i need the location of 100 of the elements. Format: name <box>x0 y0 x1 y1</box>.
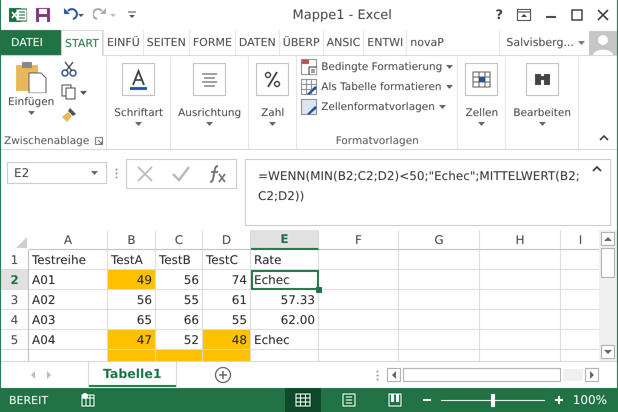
caret-icon <box>28 111 35 115</box>
scroll-up-icon <box>601 232 615 246</box>
ribbon-button[interactable]: Zellen <box>462 59 502 133</box>
ribbon-display-icon[interactable] <box>517 9 531 21</box>
group-label: Formatvorlagen <box>336 135 419 147</box>
column-header[interactable]: E <box>251 230 319 250</box>
ribbon-tab[interactable]: FORME <box>188 30 235 55</box>
help-button[interactable]: ? <box>495 8 503 22</box>
function-icon[interactable] <box>208 164 228 184</box>
ribbon-button[interactable]: Schriftart <box>111 59 166 133</box>
scroll-right-icon <box>585 368 599 382</box>
ribbon-tab[interactable]: DATEN <box>234 30 279 55</box>
row-header[interactable]: 3 <box>1 290 29 310</box>
save-icon[interactable] <box>35 7 51 23</box>
page-layout-icon <box>342 393 356 407</box>
formula-field[interactable]: =WENN(MIN(B2;C2;D2)<50;"Echec";MITTELWERT(B2;C2;D2)) <box>245 159 611 226</box>
zoom-out-icon[interactable] <box>422 396 431 404</box>
conditional-format-icon <box>301 59 318 75</box>
caret-icon[interactable] <box>578 40 585 44</box>
row-header[interactable]: 2 <box>1 270 29 290</box>
column-header[interactable]: C <box>156 230 203 250</box>
user-name[interactable]: Salvisberg... <box>506 36 574 49</box>
name-box[interactable]: E2 <box>7 162 107 184</box>
vertical-scrollbar[interactable] <box>599 230 617 361</box>
percent-icon <box>256 63 290 96</box>
page-break-icon <box>388 393 402 407</box>
align-lines-icon <box>193 63 226 96</box>
add-sheet-icon[interactable] <box>214 366 232 384</box>
table-cell: 56 <box>156 270 203 290</box>
zoom-percent[interactable]: 100% <box>572 393 617 407</box>
customize-icon[interactable] <box>127 9 137 21</box>
paintbrush-icon[interactable] <box>61 107 78 123</box>
table-cell: Echec <box>251 330 319 350</box>
caret-icon <box>446 85 453 89</box>
row-header[interactable]: 4 <box>1 310 29 330</box>
fill-handle-icon[interactable] <box>316 287 322 293</box>
table-cell: TestC <box>203 250 251 270</box>
ribbon-tab[interactable]: EINFÜ <box>102 30 143 55</box>
ribbon-tab[interactable]: ANSIC <box>322 30 364 55</box>
scissors-icon[interactable] <box>61 61 78 77</box>
table-cell: A02 <box>29 290 108 310</box>
caret-icon <box>206 122 214 126</box>
close-icon[interactable] <box>597 9 609 21</box>
dropdown-icon <box>91 171 98 175</box>
normal-view-button[interactable] <box>284 388 321 412</box>
table-cell: 48 <box>203 330 251 350</box>
caret-icon <box>269 122 276 126</box>
table-cell: Echec <box>251 270 319 290</box>
ribbon-tab[interactable]: novaP <box>406 30 447 55</box>
table-cell: 49 <box>108 270 156 290</box>
dialog-launcher-icon[interactable] <box>95 137 104 145</box>
ribbon-tab[interactable]: ÜBERP <box>278 30 323 55</box>
ribbon-button[interactable]: Ausrichtung <box>175 59 244 133</box>
column-header[interactable]: G <box>399 230 480 250</box>
grid-icon <box>294 393 311 407</box>
table-cell: 57.33 <box>251 290 319 310</box>
ribbon-tab[interactable]: SEITEN <box>142 30 189 55</box>
collapse-ribbon-icon[interactable] <box>599 135 609 141</box>
scroll-down-icon <box>601 345 615 359</box>
caret-icon <box>446 65 454 69</box>
table-cell: 74 <box>203 270 251 290</box>
grip-icon <box>115 168 118 179</box>
ribbon-menu-button[interactable]: Zellenformatvorlagen <box>301 99 454 115</box>
ribbon-button[interactable]: Zahl <box>253 59 292 133</box>
file-tab[interactable]: DATEI <box>1 30 61 55</box>
clipboard-icon <box>14 61 48 93</box>
table-cell: Testreihe <box>29 250 108 270</box>
table-format-icon <box>301 79 318 95</box>
ribbon-tab[interactable]: START <box>61 30 103 56</box>
ribbon-tab[interactable]: ENTWI <box>363 30 406 55</box>
table-cell: 55 <box>156 290 203 310</box>
copy-icon[interactable] <box>61 84 88 100</box>
maximize-icon[interactable] <box>571 9 583 21</box>
table-cell: 47 <box>108 330 156 350</box>
collapse-icon[interactable] <box>592 166 602 172</box>
column-header[interactable]: F <box>319 230 399 250</box>
ribbon-menu-button[interactable]: Als Tabelle formatieren <box>301 79 454 95</box>
table-grid-icon <box>465 63 498 96</box>
table-cell: TestB <box>156 250 203 270</box>
ribbon-menu-button[interactable]: Bedingte Formatierung <box>301 59 454 75</box>
scroll-thumb[interactable] <box>601 248 615 278</box>
horizontal-scrollbar[interactable] <box>387 368 599 382</box>
zoom-in-icon[interactable] <box>554 396 563 404</box>
caret-icon <box>538 122 546 126</box>
group-label: Zwischenablage <box>4 135 90 147</box>
column-header[interactable]: A <box>29 230 108 250</box>
zoom-slider-thumb[interactable] <box>490 394 495 406</box>
table-cell: Rate <box>251 250 319 270</box>
row-header[interactable]: 5 <box>1 330 29 350</box>
grip-icon <box>376 370 379 380</box>
macro-record-icon[interactable] <box>81 393 97 407</box>
scroll-thumb[interactable] <box>403 368 561 382</box>
caret-icon <box>438 105 446 109</box>
ribbon-button[interactable]: Bearbeiten <box>510 59 574 133</box>
column-header[interactable]: B <box>108 230 156 250</box>
table-cell: 62.00 <box>251 310 319 330</box>
table-cell: 66 <box>156 310 203 330</box>
paste-button[interactable]: Einfügen <box>5 59 58 133</box>
column-header[interactable]: H <box>480 230 561 250</box>
caret-icon <box>135 122 142 126</box>
